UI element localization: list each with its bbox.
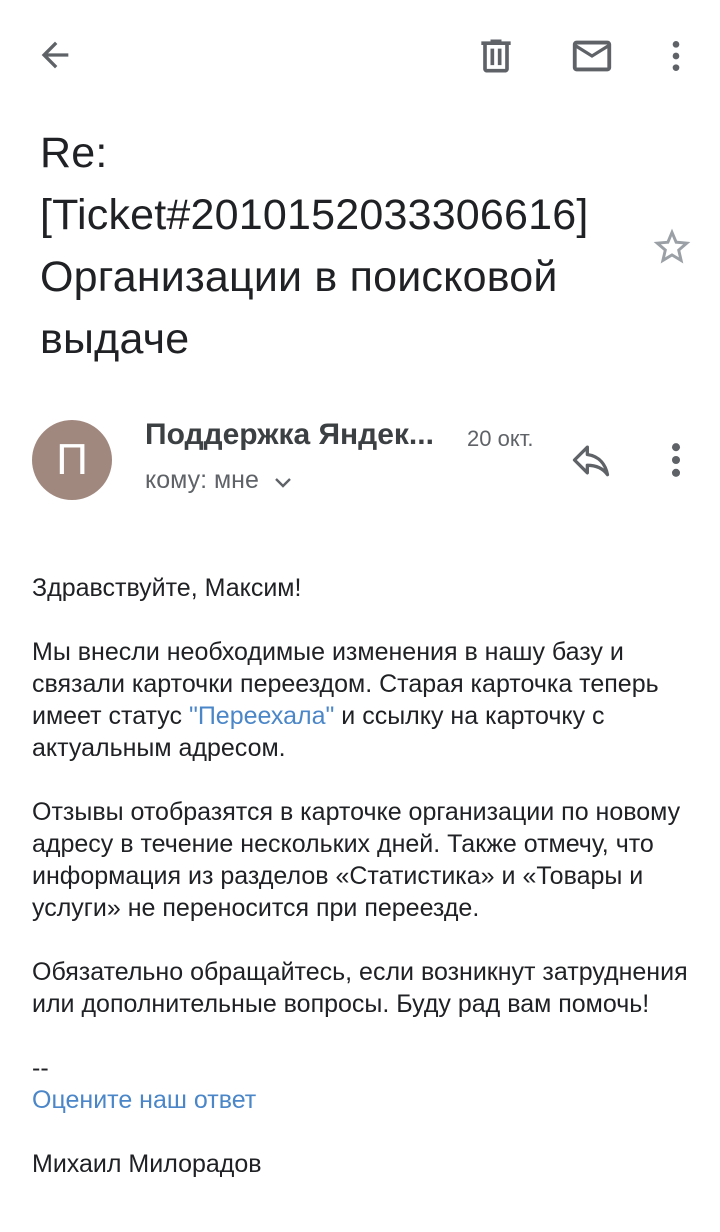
star-button[interactable] <box>650 225 694 269</box>
signature-separator: -- <box>32 1054 49 1082</box>
body-paragraph: Отзывы отобразятся в карточке организаци… <box>32 798 681 922</box>
signature-name: Михаил Милорадов <box>32 1150 262 1178</box>
subject-line: Организации в поисковой <box>40 253 558 301</box>
email-subject: Re: [Ticket#2010152033306616] Организаци… <box>40 122 640 370</box>
subject-line: выдаче <box>40 315 190 363</box>
subject-line: [Ticket#2010152033306616] <box>40 191 589 239</box>
email-body: Здравствуйте, Максим! Мы внесли необходи… <box>32 572 692 1180</box>
mark-unread-button[interactable] <box>566 30 618 82</box>
more-vertical-icon <box>672 41 680 71</box>
chevron-down-icon <box>275 477 291 488</box>
avatar[interactable]: П <box>32 420 112 500</box>
star-outline-icon <box>653 228 691 264</box>
top-app-bar <box>0 0 720 110</box>
reply-button[interactable] <box>568 438 618 482</box>
reply-icon <box>572 445 610 477</box>
delete-button[interactable] <box>470 30 522 82</box>
mail-icon <box>572 40 612 72</box>
recipient-details-toggle[interactable]: кому: мне <box>145 466 293 495</box>
sender-name[interactable]: Поддержка Яндек... <box>145 418 450 452</box>
email-date: 20 окт. <box>467 426 534 451</box>
body-paragraph: Мы внесли необходимые изменения в нашу б… <box>32 636 692 764</box>
more-options-button[interactable] <box>656 30 696 82</box>
greeting: Здравствуйте, Максим! <box>32 574 302 602</box>
recipient-label: кому: мне <box>145 466 259 494</box>
body-paragraph: Обязательно обращайтесь, если возникнут … <box>32 958 688 1018</box>
rate-answer-link[interactable]: Оцените наш ответ <box>32 1084 692 1116</box>
subject-line: Re: <box>40 129 108 177</box>
back-button[interactable] <box>30 30 80 80</box>
message-more-button[interactable] <box>660 438 692 482</box>
avatar-letter: П <box>56 435 88 484</box>
more-vertical-icon <box>671 443 681 477</box>
trash-icon <box>481 39 511 73</box>
arrow-left-icon <box>41 41 69 69</box>
status-link[interactable]: "Переехала" <box>189 702 334 730</box>
